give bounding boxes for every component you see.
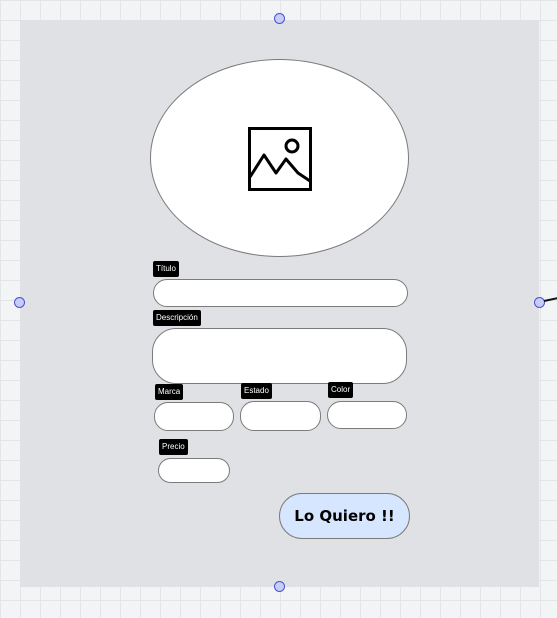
estado-input[interactable] (240, 401, 321, 431)
color-input[interactable] (327, 401, 407, 429)
titulo-input[interactable] (153, 279, 408, 307)
marca-label: Marca (155, 384, 184, 400)
precio-input[interactable] (158, 458, 230, 483)
lo-quiero-button[interactable]: Lo Quiero !! (279, 493, 410, 539)
right-resize-handle[interactable] (534, 297, 545, 308)
descripcion-input[interactable] (152, 328, 407, 384)
connector-line (543, 296, 557, 302)
top-resize-handle[interactable] (274, 13, 285, 24)
image-placeholder[interactable] (150, 59, 409, 257)
bottom-resize-handle[interactable] (274, 581, 285, 592)
color-label: Color (328, 382, 354, 398)
image-icon (248, 127, 312, 191)
precio-label: Precio (159, 439, 188, 455)
titulo-label: Título (153, 261, 180, 277)
estado-label: Estado (241, 383, 272, 399)
left-resize-handle[interactable] (14, 297, 25, 308)
descripcion-label: Descripción (153, 310, 201, 326)
marca-input[interactable] (154, 402, 234, 431)
